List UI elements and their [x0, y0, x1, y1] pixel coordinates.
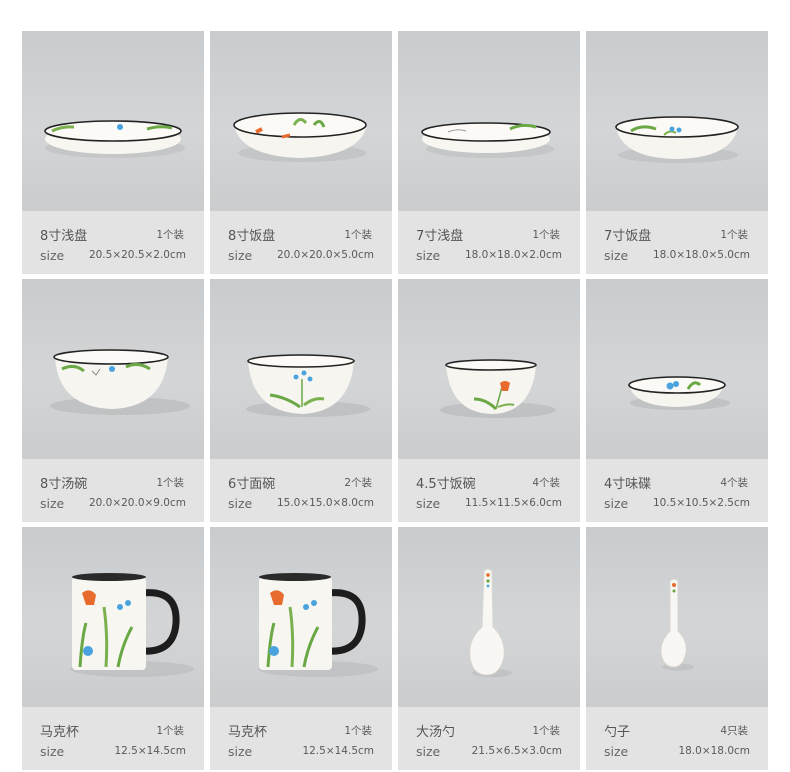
product-quantity: 1个装: [156, 477, 184, 489]
spoon-icon: [660, 578, 694, 671]
sauce-dish-icon: [628, 376, 730, 410]
soup-bowl-icon: [50, 349, 190, 415]
deep-plate-icon: [615, 116, 739, 163]
product-name: 勺子: [604, 725, 631, 740]
product-quantity: 2个装: [344, 477, 372, 489]
product-caption: 4.5寸饭碗 4个装 size 11.5×11.5×6.0cm: [398, 459, 580, 522]
product-name: 8寸汤碗: [40, 477, 88, 492]
ladle-icon: [469, 568, 512, 677]
product-name: 6寸面碗: [228, 477, 276, 492]
product-photo: [398, 527, 580, 707]
product-card[interactable]: 4.5寸饭碗 4个装 size 11.5×11.5×6.0cm: [398, 279, 580, 522]
mug-icon: [258, 573, 378, 677]
size-label: size: [604, 496, 629, 511]
size-label: size: [228, 496, 253, 511]
size-label: size: [604, 248, 629, 263]
product-quantity: 4只装: [720, 725, 748, 737]
size-label: size: [416, 248, 441, 263]
size-label: size: [40, 248, 65, 263]
product-photo: [210, 31, 392, 211]
shallow-plate-icon: [44, 120, 185, 158]
product-card[interactable]: 8寸浅盘 1个装 size 20.5×20.5×2.0cm: [22, 31, 204, 274]
product-photo: [398, 279, 580, 459]
product-caption: 8寸浅盘 1个装 size 20.5×20.5×2.0cm: [22, 211, 204, 274]
product-photo: [22, 279, 204, 459]
size-label: size: [228, 248, 253, 263]
product-caption: 马克杯 1个装 size 12.5×14.5cm: [22, 707, 204, 770]
size-value: 20.5×20.5×2.0cm: [88, 249, 186, 261]
shallow-plate-icon: [421, 122, 554, 158]
size-value: 15.0×15.0×8.0cm: [276, 497, 374, 509]
product-name: 大汤勺: [416, 725, 456, 740]
product-caption: 8寸饭盘 1个装 size 20.0×20.0×5.0cm: [210, 211, 392, 274]
product-name: 马克杯: [228, 725, 268, 740]
product-card[interactable]: 8寸饭盘 1个装 size 20.0×20.0×5.0cm: [210, 31, 392, 274]
product-grid: 8寸浅盘 1个装 size 20.5×20.5×2.0cm 8寸饭盘 1个装 s…: [22, 31, 768, 770]
size-label: size: [604, 744, 629, 759]
product-photo: [210, 527, 392, 707]
product-photo: [586, 527, 768, 707]
product-quantity: 1个装: [156, 725, 184, 737]
product-quantity: 4个装: [720, 477, 748, 489]
product-card[interactable]: 大汤勺 1个装 size 21.5×6.5×3.0cm: [398, 527, 580, 770]
size-value: 12.5×14.5cm: [302, 745, 374, 757]
product-card[interactable]: 7寸浅盘 1个装 size 18.0×18.0×2.0cm: [398, 31, 580, 274]
product-name: 7寸饭盘: [604, 229, 652, 244]
product-name: 马克杯: [40, 725, 80, 740]
size-value: 20.0×20.0×5.0cm: [276, 249, 374, 261]
product-quantity: 4个装: [532, 477, 560, 489]
size-value: 11.5×11.5×6.0cm: [464, 497, 562, 509]
product-photo: [586, 279, 768, 459]
product-quantity: 1个装: [532, 229, 560, 241]
product-photo: [22, 31, 204, 211]
product-card[interactable]: 8寸汤碗 1个装 size 20.0×20.0×9.0cm: [22, 279, 204, 522]
size-value: 12.5×14.5cm: [114, 745, 186, 757]
product-card[interactable]: 勺子 4只装 size 18.0×18.0cm: [586, 527, 768, 770]
product-card[interactable]: 4寸味碟 4个装 size 10.5×10.5×2.5cm: [586, 279, 768, 522]
product-name: 7寸浅盘: [416, 229, 464, 244]
product-quantity: 1个装: [532, 725, 560, 737]
product-photo: [398, 31, 580, 211]
size-value: 18.0×18.0×2.0cm: [464, 249, 562, 261]
noodle-bowl-icon: [246, 354, 370, 417]
size-label: size: [228, 744, 253, 759]
product-caption: 勺子 4只装 size 18.0×18.0cm: [586, 707, 768, 770]
product-card[interactable]: 马克杯 1个装 size 12.5×14.5cm: [210, 527, 392, 770]
product-name: 8寸饭盘: [228, 229, 276, 244]
product-photo: [210, 279, 392, 459]
size-label: size: [40, 496, 65, 511]
product-caption: 马克杯 1个装 size 12.5×14.5cm: [210, 707, 392, 770]
product-card[interactable]: 7寸饭盘 1个装 size 18.0×18.0×5.0cm: [586, 31, 768, 274]
product-caption: 大汤勺 1个装 size 21.5×6.5×3.0cm: [398, 707, 580, 770]
mug-icon: [70, 573, 194, 677]
product-caption: 4寸味碟 4个装 size 10.5×10.5×2.5cm: [586, 459, 768, 522]
product-quantity: 1个装: [720, 229, 748, 241]
product-card[interactable]: 6寸面碗 2个装 size 15.0×15.0×8.0cm: [210, 279, 392, 522]
product-photo: [22, 527, 204, 707]
product-quantity: 1个装: [344, 229, 372, 241]
size-label: size: [416, 496, 441, 511]
product-caption: 7寸浅盘 1个装 size 18.0×18.0×2.0cm: [398, 211, 580, 274]
size-label: size: [416, 744, 441, 759]
product-name: 8寸浅盘: [40, 229, 88, 244]
product-quantity: 1个装: [344, 725, 372, 737]
size-value: 21.5×6.5×3.0cm: [471, 745, 562, 757]
size-label: size: [40, 744, 65, 759]
product-caption: 7寸饭盘 1个装 size 18.0×18.0×5.0cm: [586, 211, 768, 274]
size-value: 20.0×20.0×9.0cm: [88, 497, 186, 509]
product-photo: [586, 31, 768, 211]
product-caption: 8寸汤碗 1个装 size 20.0×20.0×9.0cm: [22, 459, 204, 522]
product-quantity: 1个装: [156, 229, 184, 241]
deep-plate-icon: [233, 112, 367, 162]
product-name: 4.5寸饭碗: [416, 477, 476, 492]
product-caption: 6寸面碗 2个装 size 15.0×15.0×8.0cm: [210, 459, 392, 522]
product-name: 4寸味碟: [604, 477, 652, 492]
size-value: 18.0×18.0×5.0cm: [652, 249, 750, 261]
rice-bowl-icon: [440, 359, 556, 418]
product-card[interactable]: 马克杯 1个装 size 12.5×14.5cm: [22, 527, 204, 770]
size-value: 10.5×10.5×2.5cm: [652, 497, 750, 509]
size-value: 18.0×18.0cm: [678, 745, 750, 757]
